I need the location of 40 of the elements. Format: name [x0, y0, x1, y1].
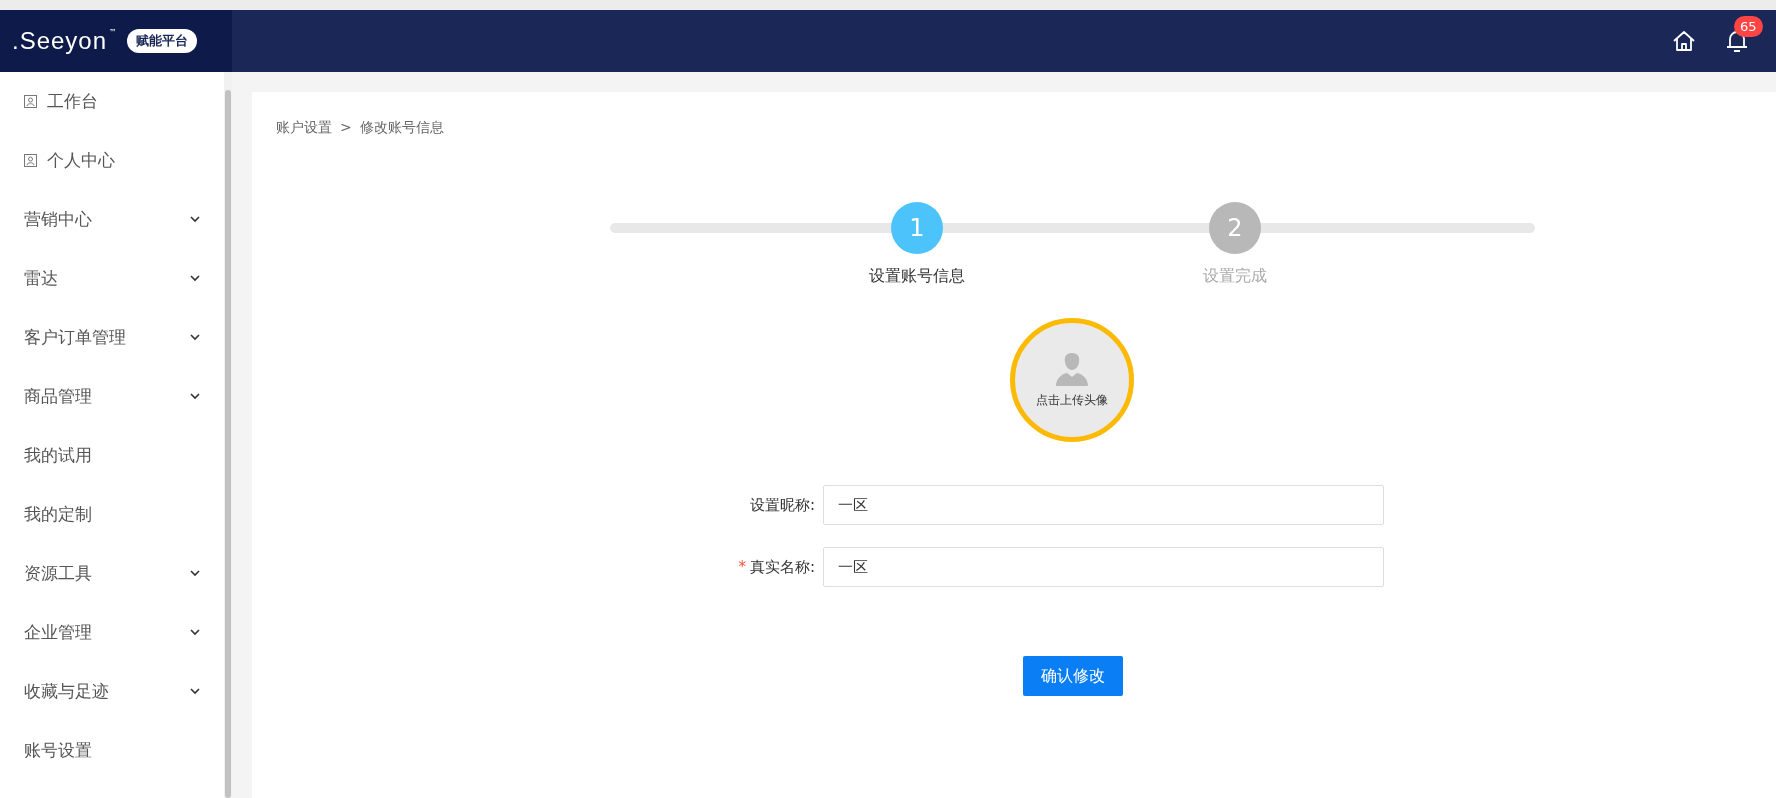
sidebar-item[interactable]: 工作台	[0, 72, 224, 131]
bell-icon	[1726, 29, 1748, 53]
platform-badge: 赋能平台	[127, 29, 198, 53]
sidebar-item[interactable]: 企业管理	[0, 603, 224, 662]
contact-card-icon	[24, 95, 37, 108]
breadcrumb-separator: >	[340, 119, 352, 137]
confirm-button[interactable]: 确认修改	[1023, 656, 1123, 696]
step-number: 1	[891, 202, 943, 254]
breadcrumb-link[interactable]: 账户设置	[276, 119, 332, 137]
notifications-button[interactable]	[1726, 29, 1748, 53]
sidebar-item[interactable]: 收藏与足迹	[0, 662, 224, 721]
step-number: 2	[1209, 202, 1261, 254]
home-icon	[1672, 29, 1696, 53]
scrollbar-thumb[interactable]	[225, 90, 231, 798]
required-mark: *	[738, 558, 746, 576]
contact-card-icon	[24, 154, 37, 167]
notification-badge: 65	[1734, 16, 1763, 37]
text-field[interactable]: 一区	[823, 547, 1384, 587]
sidebar-item[interactable]: 个人中心	[0, 131, 224, 190]
sidebar-item[interactable]: 账号设置	[0, 721, 224, 780]
home-button[interactable]	[1672, 29, 1696, 53]
step-label: 设置账号信息	[869, 266, 965, 287]
sidebar-item[interactable]: 我的定制	[0, 485, 224, 544]
text-field[interactable]: 一区	[823, 485, 1384, 525]
scrollbar[interactable]	[224, 72, 232, 798]
person-silhouette-icon	[1054, 351, 1090, 386]
sidebar-item[interactable]: 客户订单管理	[0, 308, 224, 367]
sidebar-item[interactable]: 资源工具	[0, 544, 224, 603]
field-label: 设置昵称:	[749, 495, 815, 515]
trademark-mark: ™	[109, 28, 118, 37]
upload-avatar-caption: 点击上传头像	[1036, 391, 1108, 409]
breadcrumb-current: 修改账号信息	[359, 119, 444, 137]
avatar-upload[interactable]: 点击上传头像	[1010, 318, 1134, 442]
step-label: 设置完成	[1203, 266, 1267, 287]
field-label: 真实名称:	[749, 557, 815, 577]
sidebar-item[interactable]: 营销中心	[0, 190, 224, 249]
sidebar-item[interactable]: 商品管理	[0, 367, 224, 426]
logo-text: .Seeyon	[12, 27, 108, 55]
sidebar-item[interactable]: 雷达	[0, 249, 224, 308]
sidebar-item[interactable]: 我的试用	[0, 426, 224, 485]
